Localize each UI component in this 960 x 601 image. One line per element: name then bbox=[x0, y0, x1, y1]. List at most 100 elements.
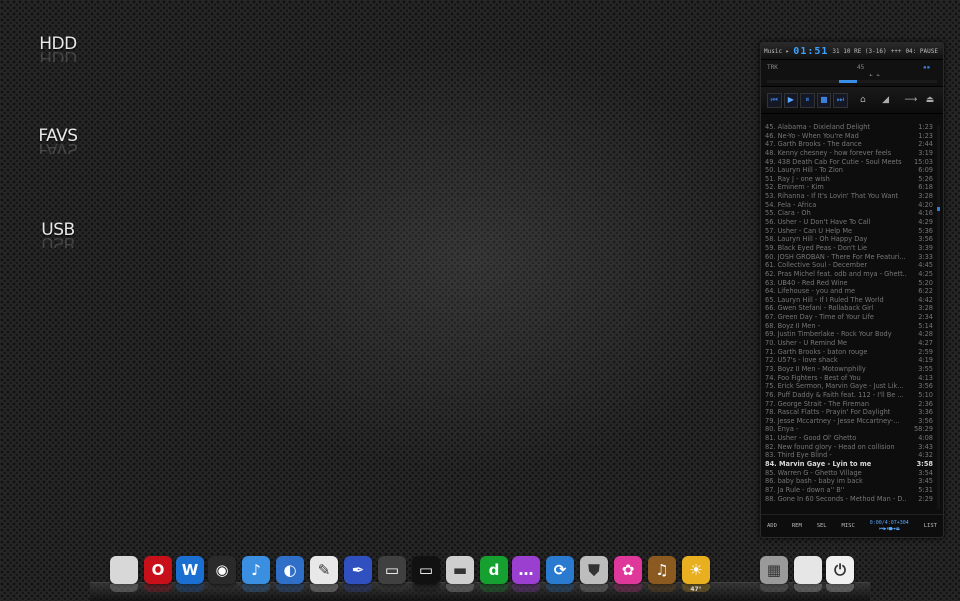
playlist-item[interactable]: 88. Gone In 60 Seconds - Method Man - D.… bbox=[765, 495, 933, 504]
misc-button[interactable]: MISC bbox=[842, 523, 855, 529]
playlist-item[interactable]: 62. Pras Michel feat. odb and mya - Ghet… bbox=[765, 270, 933, 279]
playlist-item[interactable]: 63. UB40 - Red Red Wine 5:20 bbox=[765, 279, 933, 288]
playlist-item[interactable]: 53. Rihanna - If It's Lovin' That You Wa… bbox=[765, 192, 933, 201]
window-buttons-icon[interactable]: ▪▪ bbox=[923, 64, 930, 71]
dock-glyph: O bbox=[151, 561, 165, 579]
desktop-drive-hdd[interactable]: HDD HDD bbox=[28, 34, 88, 62]
playlist-item[interactable]: 66. Gwen Stefani - Rollaback Girl 3:28 bbox=[765, 304, 933, 313]
playlist-item[interactable]: 86. baby bash - baby im back 3:45 bbox=[765, 477, 933, 486]
playlist-item[interactable]: 60. JOSH GROBAN - There For Me Featuri..… bbox=[765, 253, 933, 262]
playlist-item[interactable]: 61. Collective Soul - December 4:45 bbox=[765, 261, 933, 270]
display-icon[interactable]: ▭ bbox=[412, 556, 440, 592]
apple-icon[interactable] bbox=[794, 556, 822, 592]
trash-icon[interactable]: ▦ bbox=[760, 556, 788, 592]
drive-icon[interactable]: ▬ bbox=[446, 556, 474, 592]
playlist-item[interactable]: 75. Erick Sermon, Marvin Gaye - Just Lik… bbox=[765, 382, 933, 391]
pen-icon[interactable]: ✒ bbox=[344, 556, 372, 592]
playlist-item[interactable]: 85. Warren G - Ghetto Village 3:54 bbox=[765, 469, 933, 478]
dock-glyph: ⟳ bbox=[553, 561, 567, 579]
playlist-item[interactable]: 64. Lifehouse - you and me 6:22 bbox=[765, 287, 933, 296]
playlist-item-duration: 1:23 bbox=[918, 123, 933, 131]
playlist-item[interactable]: 59. Black Eyed Peas - Don't Lie 3:39 bbox=[765, 244, 933, 253]
pause-button[interactable]: ⏸ bbox=[800, 92, 815, 108]
playlist-item[interactable]: 70. Usher - U Remind Me 4:27 bbox=[765, 339, 933, 348]
eject-icon[interactable]: ⏏ bbox=[923, 94, 937, 107]
monitor-icon[interactable]: ▭ bbox=[378, 556, 406, 592]
itunes-icon[interactable]: ♪ bbox=[242, 556, 270, 592]
dreamweaver-icon[interactable]: d bbox=[480, 556, 508, 592]
opera-icon[interactable]: O bbox=[144, 556, 172, 592]
next-button[interactable]: ⏭ bbox=[833, 92, 848, 108]
add-button[interactable]: ADD bbox=[767, 523, 777, 529]
playlist-item[interactable]: 49. 438 Death Cab For Cutie - Soul Meets… bbox=[765, 158, 933, 167]
playlist-item[interactable]: 45. Alabama - Dixieland Delight 1:23 bbox=[765, 123, 933, 132]
info-track-label: TRK bbox=[767, 64, 778, 71]
playlist-item[interactable]: 80. Enya - 58:29 bbox=[765, 425, 933, 434]
power-icon[interactable]: ⏻ bbox=[826, 556, 854, 592]
playlist-item[interactable]: 81. Usher - Good Ol' Ghetto 4:08 bbox=[765, 434, 933, 443]
wordpad-icon[interactable]: W bbox=[176, 556, 204, 592]
playlist-item-title: 67. Green Day - Time of Your Life bbox=[765, 313, 874, 322]
playlist-item[interactable]: 83. Third Eye Blind - 4:32 bbox=[765, 451, 933, 460]
shield-icon[interactable]: ⛊ bbox=[580, 556, 608, 592]
playlist-item[interactable]: 54. Fela - Africa 4:20 bbox=[765, 201, 933, 210]
playlist-item-title: 68. Boyz II Men - bbox=[765, 321, 820, 330]
camera-icon[interactable]: ◉ bbox=[208, 556, 236, 592]
remove-button[interactable]: REM bbox=[792, 523, 802, 529]
playlist-item[interactable]: 74. Foo Fighters - Best of You 4:13 bbox=[765, 374, 933, 383]
playlist-item[interactable]: 73. Boyz II Men - Motownphilly 3:55 bbox=[765, 365, 933, 374]
scrollbar-thumb[interactable] bbox=[937, 207, 940, 211]
feather-icon[interactable]: ✎ bbox=[310, 556, 338, 592]
seek-bar[interactable] bbox=[767, 80, 937, 83]
playlist-item[interactable]: 69. Justin Timberlake - Rock Your Body 4:… bbox=[765, 330, 933, 339]
select-button[interactable]: SEL bbox=[817, 523, 827, 529]
playlist-item[interactable]: 47. Garth Brooks - The dance 2:44 bbox=[765, 140, 933, 149]
playlist-item[interactable]: 55. Ciara - Oh 4:16 bbox=[765, 209, 933, 218]
playlist-item[interactable]: 71. Garth Brooks - baton rouge 2:59 bbox=[765, 348, 933, 357]
playlist-item[interactable]: 56. Usher - U Don't Have To Call 4:29 bbox=[765, 218, 933, 227]
volume-slider-icon[interactable]: ◢ bbox=[872, 94, 899, 107]
weather-icon[interactable]: ☀ 47° bbox=[682, 556, 710, 593]
playlist-item-duration: 3:43 bbox=[918, 442, 933, 451]
home-icon[interactable]: ⌂ bbox=[856, 94, 870, 107]
playlist-item[interactable]: 87. Ja Rule - down a'' B'' 5:31 bbox=[765, 486, 933, 495]
flower-icon[interactable]: ✿ bbox=[614, 556, 642, 592]
playlist-item[interactable]: 84. Marvin Gaye - Lyin to me 3:58 bbox=[765, 460, 933, 469]
playlist-item[interactable]: 48. Kenny chesney - how forever feels 3:1… bbox=[765, 149, 933, 158]
firefox-icon[interactable]: ◐ bbox=[276, 556, 304, 592]
playlist-scrollbar[interactable] bbox=[937, 125, 940, 509]
playlist-item[interactable]: 58. Lauryn Hill - Oh Happy Day 3:56 bbox=[765, 235, 933, 244]
playlist-item[interactable]: 76. Puff Daddy & Faith feat. 112 - I'll … bbox=[765, 391, 933, 400]
playlist-item[interactable]: 50. Lauryn Hill - To Zion 6:09 bbox=[765, 166, 933, 175]
playlist-item[interactable]: 52. Eminem - Kim 6:18 bbox=[765, 183, 933, 192]
seek-knob[interactable] bbox=[839, 80, 857, 83]
shuffle-icon[interactable]: ⟶ bbox=[901, 94, 921, 107]
list-button[interactable]: LIST bbox=[924, 523, 937, 529]
playlist-item[interactable]: 79. Jesse Mccartney - Jesse Mccartney-..… bbox=[765, 417, 933, 426]
playlist-item[interactable]: 46. Ne-Yo - When You're Mad 1:23 bbox=[765, 132, 933, 141]
playlist-item[interactable]: 82. New found glory - Head on collision 3… bbox=[765, 443, 933, 452]
playlist-counter: 0:00/4:07+304 ⏮▶⏸■⏭⏏ bbox=[870, 520, 909, 532]
playlist-item-duration: 6:18 bbox=[918, 183, 933, 192]
playlist-item[interactable]: 65. Lauryn Hill - If I Ruled The World 4:… bbox=[765, 296, 933, 305]
playlist-item[interactable]: 77. George Strait - The Fireman 2:36 bbox=[765, 400, 933, 409]
playlist-item[interactable]: 72. U57's - love shack 4:19 bbox=[765, 356, 933, 365]
player-menu[interactable]: Music ▸ bbox=[764, 48, 789, 55]
playlist-item[interactable]: 57. Usher - Can U Help Me 5:36 bbox=[765, 227, 933, 236]
sync-icon[interactable]: ⟳ bbox=[546, 556, 574, 592]
stop-button[interactable]: ■ bbox=[816, 92, 832, 108]
previous-button[interactable]: ⏮ bbox=[767, 92, 782, 108]
mini-controls-icon[interactable]: ⏮▶⏸■⏭⏏ bbox=[879, 526, 900, 532]
desktop-drive-usb[interactable]: USB USB bbox=[28, 220, 88, 248]
mouse-icon[interactable] bbox=[110, 556, 138, 592]
playlist-item[interactable]: 67. Green Day - Time of Your Life 2:34 bbox=[765, 313, 933, 322]
desktop-drive-favs[interactable]: FAVS FAVS bbox=[28, 126, 88, 154]
playlist-item[interactable]: 51. Ray J - one wish 5:26 bbox=[765, 175, 933, 184]
dock-glyph: ▭ bbox=[384, 561, 400, 579]
play-button[interactable]: ▶ bbox=[783, 92, 799, 108]
playlist-item-duration: 2:59 bbox=[918, 347, 933, 356]
playlist-item[interactable]: 78. Rascal Flatts - Prayin' For Daylight… bbox=[765, 408, 933, 417]
pidgin-icon[interactable]: … bbox=[512, 556, 540, 592]
playlist-item[interactable]: 68. Boyz II Men - 5:14 bbox=[765, 322, 933, 331]
guitar-icon[interactable]: ♫ bbox=[648, 556, 676, 592]
